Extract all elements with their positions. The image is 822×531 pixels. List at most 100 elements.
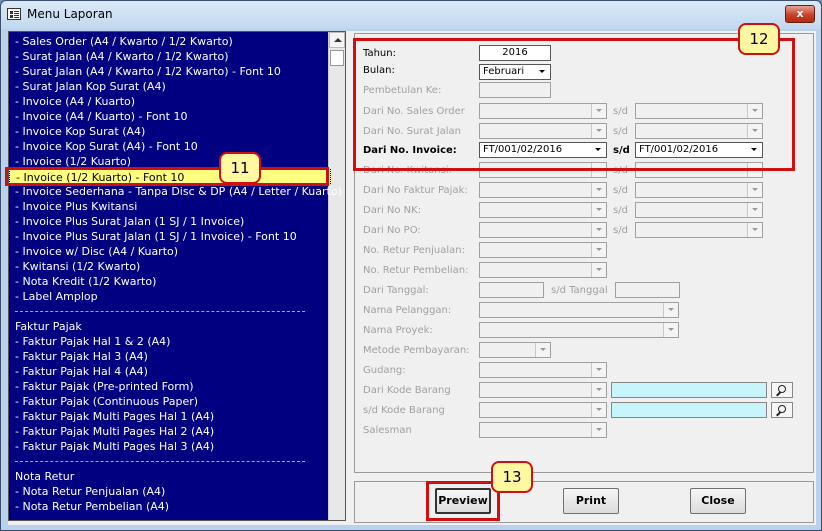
close-button[interactable]: Close — [690, 488, 746, 514]
list-item[interactable]: - Invoice Sederhana - Tanpa Disc & DP (A… — [9, 184, 342, 199]
retur-pembelian-label: No. Retur Pembelian: — [363, 265, 469, 276]
kode-barang-from-name — [611, 382, 767, 398]
faktur-to-select[interactable] — [635, 182, 763, 198]
chevron-down-icon[interactable] — [591, 243, 606, 257]
list-item[interactable]: - Nota Kredit (1/2 Kwarto) — [9, 274, 331, 289]
list-item[interactable]: - Faktur Pajak Multi Pages Hal 3 (A4) — [9, 439, 331, 454]
chevron-down-icon[interactable] — [591, 223, 606, 237]
proyek-label: Nama Proyek: — [363, 325, 433, 336]
highlight-preview-button — [426, 481, 500, 521]
callout-11: 11 — [219, 152, 261, 184]
chevron-down-icon[interactable] — [591, 423, 606, 437]
kode-barang-from-select[interactable] — [479, 382, 607, 398]
list-item[interactable]: - Nota Retur Pembelian (A4) — [9, 499, 331, 514]
list-item[interactable]: - Faktur Pajak Multi Pages Hal 2 (A4) — [9, 424, 331, 439]
window-title: Menu Laporan — [27, 7, 113, 21]
pelanggan-label: Nama Pelanggan: — [363, 305, 452, 316]
list-item[interactable]: - Faktur Pajak Hal 4 (A4) — [9, 364, 331, 379]
salesman-label: Salesman — [363, 425, 412, 436]
chevron-down-icon[interactable] — [591, 203, 606, 217]
chevron-down-icon[interactable] — [535, 343, 550, 357]
retur-penjualan-select[interactable] — [479, 242, 607, 258]
faktur-from-select[interactable] — [479, 182, 607, 198]
sd-label: s/d — [613, 185, 628, 196]
salesman-select[interactable] — [479, 422, 607, 438]
kode-barang-to-name — [611, 402, 767, 418]
close-window-button[interactable]: x — [785, 5, 815, 23]
dari-tanggal-field[interactable] — [479, 282, 544, 298]
metode-select[interactable] — [479, 342, 551, 358]
list-item[interactable]: - Invoice Kop Surat (A4) - Font 10 — [9, 139, 331, 154]
chevron-down-icon[interactable] — [591, 383, 606, 397]
chevron-down-icon[interactable] — [591, 263, 606, 277]
list-item[interactable]: - Faktur Pajak Hal 3 (A4) — [9, 349, 331, 364]
list-item[interactable]: - Surat Jalan (A4 / Kwarto / 1/2 Kwarto) — [9, 49, 331, 64]
list-item[interactable]: - Faktur Pajak (Continuous Paper) — [9, 394, 331, 409]
chevron-down-icon[interactable] — [747, 203, 762, 217]
highlight-invoice-filter — [353, 38, 795, 171]
chevron-down-icon[interactable] — [747, 223, 762, 237]
chevron-down-icon[interactable] — [591, 403, 606, 417]
chevron-down-icon[interactable] — [747, 183, 762, 197]
gudang-select[interactable] — [479, 362, 607, 378]
list-item[interactable]: - Kwitansi (1/2 Kwarto) — [9, 259, 331, 274]
retur-pembelian-select[interactable] — [479, 262, 607, 278]
pelanggan-select[interactable] — [479, 302, 679, 318]
po-from-select[interactable] — [479, 222, 607, 238]
sd-label: s/d — [613, 225, 628, 236]
list-item[interactable]: Nota Retur — [9, 469, 331, 484]
kode-barang-to-search-button[interactable] — [771, 402, 793, 418]
sd-tanggal-field[interactable] — [615, 282, 680, 298]
print-button[interactable]: Print — [563, 488, 619, 514]
list-item[interactable]: Faktur Pajak — [9, 319, 331, 334]
list-item[interactable]: - Faktur Pajak Hal 1 & 2 (A4) — [9, 334, 331, 349]
list-item[interactable]: - Invoice Kop Surat (A4) — [9, 124, 331, 139]
dari-nk-label: Dari No NK: — [363, 205, 422, 216]
list-item[interactable]: - Faktur Pajak (Pre-printed Form) — [9, 379, 331, 394]
nk-from-select[interactable] — [479, 202, 607, 218]
sd-tanggal-label: s/d Tanggal — [551, 285, 608, 296]
list-item[interactable]: - Sales Order (A4 / Kwarto / 1/2 Kwarto) — [9, 34, 331, 49]
kode-barang-to-select[interactable] — [479, 402, 607, 418]
search-icon-handle — [776, 411, 781, 417]
sd-label: s/d — [613, 205, 628, 216]
list-item[interactable]: - Surat Jalan (A4 / Kwarto / 1/2 Kwarto)… — [9, 64, 331, 79]
list-item[interactable]: - Nota Retur Penjualan (A4) — [9, 484, 331, 499]
button-bar: Preview Print Close — [354, 481, 814, 523]
dari-po-label: Dari No PO: — [363, 225, 421, 236]
nk-to-select[interactable] — [635, 202, 763, 218]
list-item[interactable]: - Invoice Plus Surat Jalan (1 SJ / 1 Inv… — [9, 229, 331, 244]
list-item[interactable]: - Invoice w/ Disc (A4 / Kuarto) — [9, 244, 331, 259]
metode-label: Metode Pembayaran: — [363, 345, 470, 356]
scroll-thumb[interactable] — [330, 50, 344, 66]
list-item[interactable]: - Invoice Plus Kwitansi — [9, 199, 331, 214]
callout-13: 13 — [491, 461, 533, 493]
dari-faktur-label: Dari No Faktur Pajak: — [363, 185, 468, 196]
sd-kode-barang-label: s/d Kode Barang — [363, 405, 445, 416]
list-item[interactable]: - Label Amplop — [9, 289, 331, 304]
gudang-label: Gudang: — [363, 365, 406, 376]
list-separator — [15, 461, 305, 462]
chevron-down-icon[interactable] — [663, 323, 678, 337]
proyek-select[interactable] — [479, 322, 679, 338]
scroll-up-arrow-icon[interactable] — [329, 32, 345, 48]
dari-tanggal-label: Dari Tanggal: — [363, 285, 429, 296]
chevron-down-icon[interactable] — [663, 303, 678, 317]
title-bar: Menu Laporan x — [1, 1, 821, 29]
window-icon — [7, 8, 21, 20]
list-item[interactable]: - Surat Jalan Kop Surat (A4) — [9, 79, 331, 94]
dari-kode-barang-label: Dari Kode Barang — [363, 385, 451, 396]
retur-penjualan-label: No. Retur Penjualan: — [363, 245, 466, 256]
po-to-select[interactable] — [635, 222, 763, 238]
list-item[interactable]: - Invoice Plus Surat Jalan (1 SJ / 1 Inv… — [9, 214, 331, 229]
chevron-down-icon[interactable] — [591, 363, 606, 377]
list-separator — [15, 311, 305, 312]
report-menu-window: Menu Laporan x - Sales Order (A4 / Kwart… — [0, 0, 822, 531]
chevron-down-icon[interactable] — [591, 183, 606, 197]
highlight-selected-report — [5, 167, 329, 186]
report-list[interactable]: - Sales Order (A4 / Kwarto / 1/2 Kwarto)… — [8, 31, 346, 521]
list-item[interactable]: - Faktur Pajak Multi Pages Hal 1 (A4) — [9, 409, 331, 424]
kode-barang-from-search-button[interactable] — [771, 382, 793, 398]
list-item[interactable]: - Invoice (A4 / Kuarto) - Font 10 — [9, 109, 331, 124]
list-item[interactable]: - Invoice (A4 / Kuarto) — [9, 94, 331, 109]
